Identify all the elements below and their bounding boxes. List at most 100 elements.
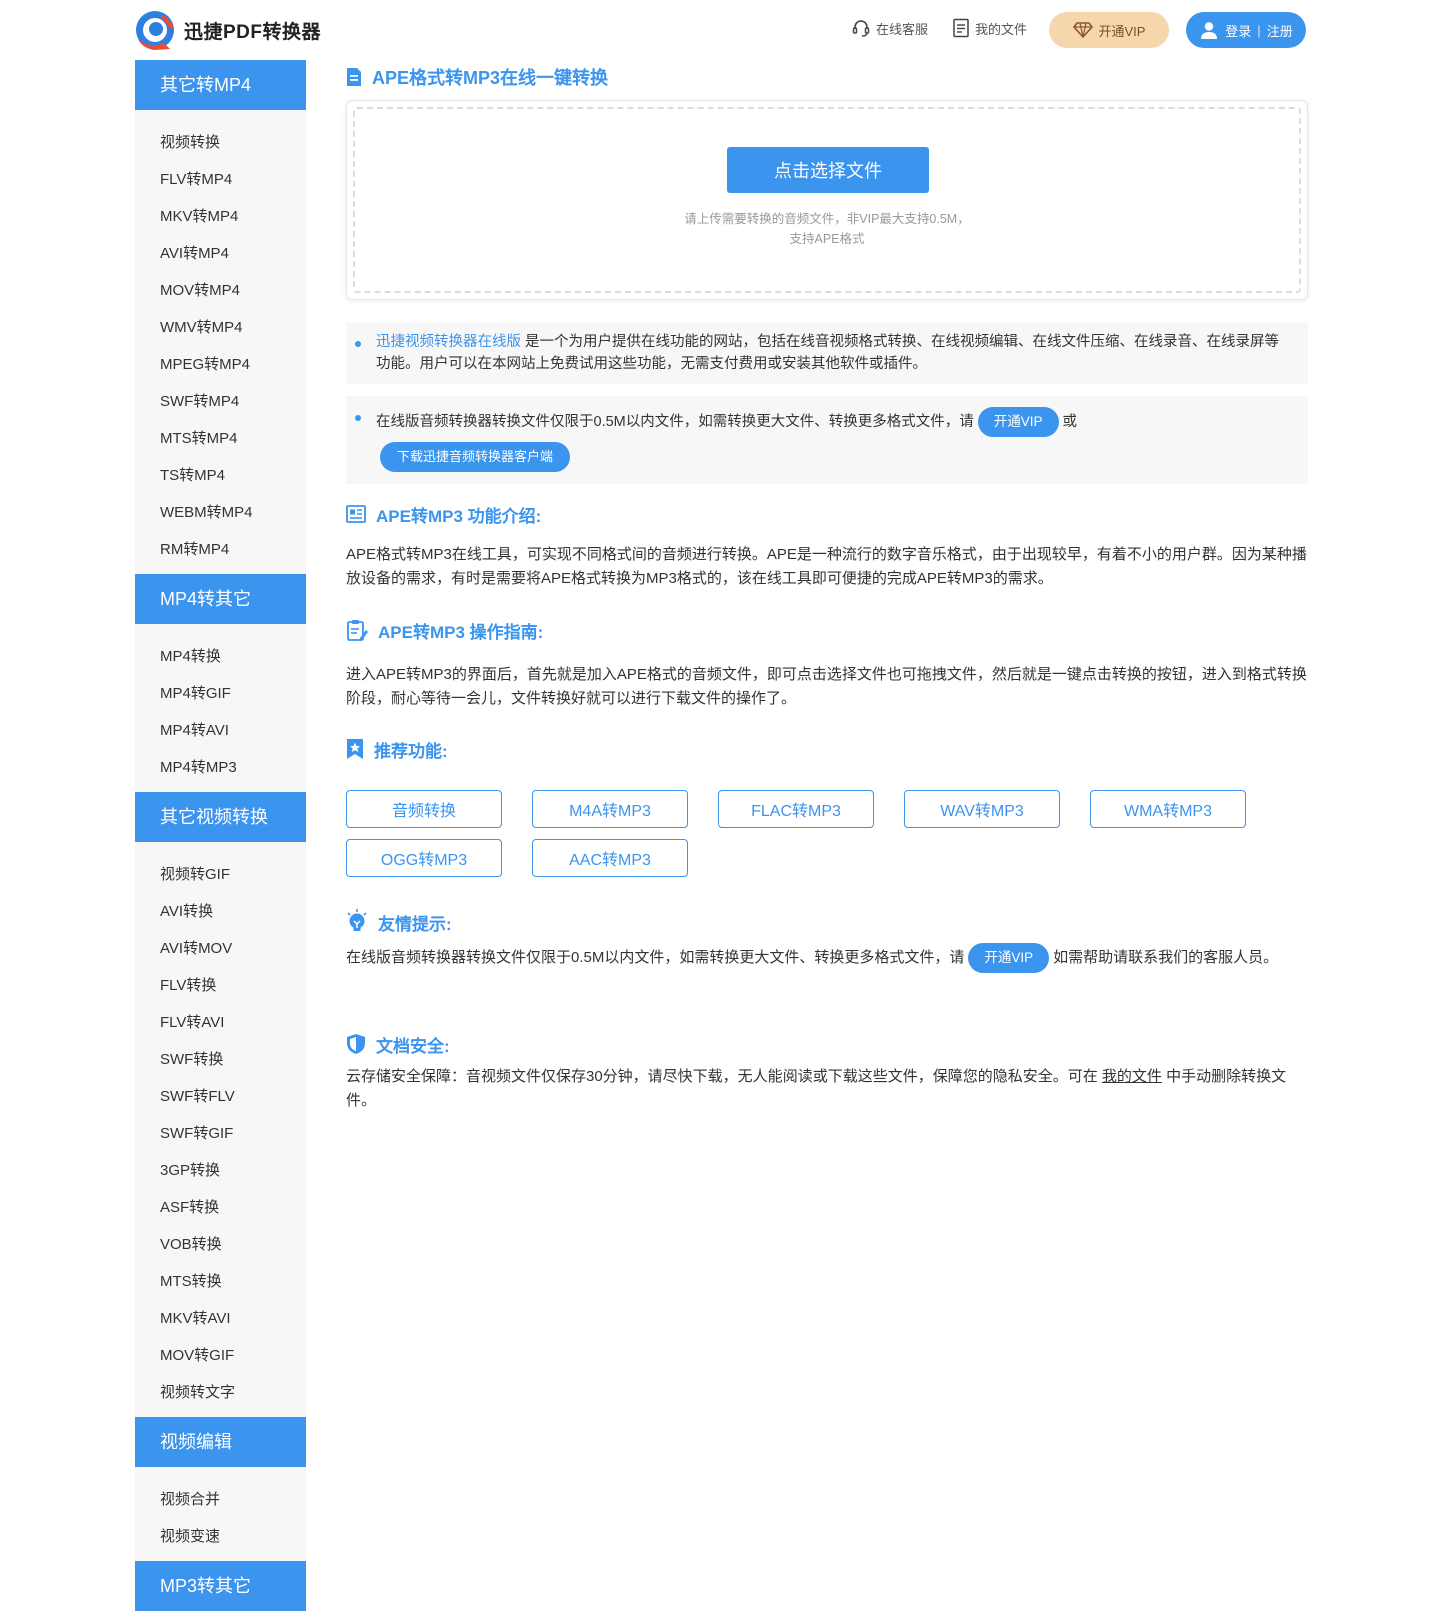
sidebar-group-title[interactable]: MP3转其它 — [135, 1561, 306, 1611]
intro-note: 迅捷视频转换器在线版 是一个为用户提供在线功能的网站，包括在线音视频格式转换、在… — [346, 322, 1308, 384]
sidebar-item[interactable]: MPEG转MP4 — [135, 346, 306, 383]
page-title-text: APE格式转MP3在线一键转换 — [372, 68, 609, 88]
intro-section-title: APE转MP3 功能介绍: — [346, 500, 541, 528]
top-header: 迅捷PDF转换器 在线客服 我的文件 开通VIP 登录 | 注册 — [0, 0, 1440, 60]
recommend-section-title-text: 推荐功能: — [374, 741, 448, 761]
headset-icon — [852, 20, 870, 37]
sidebar-item[interactable]: RM转MP4 — [135, 531, 306, 568]
tips-section-title-text: 友情提示: — [378, 914, 452, 934]
rec-m4a-to-mp3[interactable]: M4A转MP3 — [532, 790, 688, 828]
security-section-title: 文档安全: — [346, 1030, 450, 1058]
sidebar-item[interactable]: 视频转文字 — [135, 1374, 306, 1411]
upload-tip-line2: 支持APE格式 — [789, 232, 865, 246]
sidebar-item[interactable]: 视频转换 — [135, 124, 306, 161]
tips-text-after: 如需帮助请联系我们的客服人员。 — [1053, 949, 1279, 966]
intro-section-text: APE格式转MP3在线工具，可实现不同格式间的音频进行转换。APE是一种流行的数… — [346, 546, 1307, 587]
choose-file-button[interactable]: 点击选择文件 — [727, 147, 929, 193]
security-section-title-text: 文档安全: — [376, 1036, 450, 1056]
clipboard-icon — [347, 620, 368, 641]
sidebar-item[interactable]: MOV转MP4 — [135, 272, 306, 309]
limit-note-or: 或 — [1062, 413, 1078, 430]
sidebar-item[interactable]: SWF转换 — [135, 1041, 306, 1078]
login-separator: | — [1257, 22, 1261, 38]
sidebar-item[interactable]: MP4转MP3 — [135, 749, 306, 786]
sidebar-item[interactable]: ASF转换 — [135, 1189, 306, 1226]
document-icon — [347, 68, 361, 86]
my-files-label: 我的文件 — [975, 21, 1028, 37]
brand-name: 迅捷PDF转换器 — [184, 21, 322, 43]
sidebar-item[interactable]: MP4转AVI — [135, 712, 306, 749]
sidebar-item[interactable]: WMV转MP4 — [135, 309, 306, 346]
sidebar-item[interactable]: AVI转MP4 — [135, 235, 306, 272]
sidebar-item[interactable]: 视频合并 — [135, 1481, 306, 1518]
sidebar-group-title[interactable]: 其它转MP4 — [135, 60, 306, 110]
sidebar-item[interactable]: MTS转换 — [135, 1263, 306, 1300]
sidebar-item[interactable]: AVI转换 — [135, 893, 306, 930]
user-icon — [1201, 22, 1218, 39]
note-open-vip-button[interactable]: 开通VIP — [977, 407, 1059, 437]
sidebar-group-title[interactable]: 其它视频转换 — [135, 792, 306, 842]
sidebar-group-title[interactable]: MP4转其它 — [135, 574, 306, 624]
online-support-link[interactable]: 在线客服 — [851, 18, 928, 38]
my-files-inline-link[interactable]: 我的文件 — [1102, 1068, 1162, 1085]
upload-dashed-border — [353, 107, 1301, 293]
sidebar-item[interactable]: FLV转MP4 — [135, 161, 306, 198]
page-title: APE格式转MP3在线一键转换 — [346, 62, 608, 92]
sidebar-group-items: 视频转换 FLV转MP4 MKV转MP4 AVI转MP4 MOV转MP4 WMV转MP4 M… — [135, 110, 306, 574]
open-vip-button[interactable]: 开通VIP — [1049, 12, 1169, 48]
sidebar-item[interactable]: MOV转GIF — [135, 1337, 306, 1374]
sidebar-group-items: 视频转GIF AVI转换 AVI转MOV FLV转换 FLV转AVI SWF转换 SWF转F… — [135, 842, 306, 1417]
sidebar-item[interactable]: 视频转GIF — [135, 856, 306, 893]
online-converter-link[interactable]: 迅捷视频转换器在线版 — [376, 334, 521, 350]
sidebar-item[interactable]: MP4转换 — [135, 638, 306, 675]
sidebar-group-items: 视频合并 视频变速 — [135, 1467, 306, 1561]
diamond-icon — [1072, 22, 1093, 38]
star-bookmark-icon — [347, 739, 363, 759]
security-section-text: 云存储安全保障：音视频文件仅保存30分钟，请尽快下载，无人能阅读或下载这些文件，… — [346, 1065, 1308, 1113]
upload-dropzone[interactable]: 点击选择文件 请上传需要转换的音频文件，非VIP最大支持0.5M， 支持APE格… — [346, 100, 1308, 300]
rec-audio-convert[interactable]: 音频转换 — [346, 790, 502, 828]
upload-tip: 请上传需要转换的音频文件，非VIP最大支持0.5M， 支持APE格式 — [347, 209, 1307, 249]
recommend-section-title: 推荐功能: — [346, 735, 448, 763]
tips-section-title: 友情提示: — [346, 908, 452, 936]
sidebar-group-items: MP4转换 MP4转GIF MP4转AVI MP4转MP3 — [135, 624, 306, 792]
sidebar-item[interactable]: SWF转MP4 — [135, 383, 306, 420]
sidebar-item[interactable]: 3GP转换 — [135, 1152, 306, 1189]
security-text-before: 云存储安全保障：音视频文件仅保存30分钟，请尽快下载，无人能阅读或下载这些文件，… — [346, 1068, 1098, 1085]
sidebar-item[interactable]: MKV转MP4 — [135, 198, 306, 235]
rec-wma-to-mp3[interactable]: WMA转MP3 — [1090, 790, 1246, 828]
guide-section-title-text: APE转MP3 操作指南: — [378, 622, 544, 642]
my-files-link[interactable]: 我的文件 — [952, 18, 1027, 38]
download-client-button[interactable]: 下载迅捷音频转换器客户端 — [380, 442, 571, 472]
sidebar-item[interactable]: FLV转AVI — [135, 1004, 306, 1041]
rec-flac-to-mp3[interactable]: FLAC转MP3 — [718, 790, 874, 828]
online-support-label: 在线客服 — [876, 21, 929, 37]
register-label[interactable]: 注册 — [1267, 21, 1293, 40]
tips-text-before: 在线版音频转换器转换文件仅限于0.5M以内文件，如需转换更大文件、转换更多格式文… — [346, 949, 965, 966]
sidebar-item[interactable]: VOB转换 — [135, 1226, 306, 1263]
rec-aac-to-mp3[interactable]: AAC转MP3 — [532, 839, 688, 877]
sidebar-item[interactable]: MTS转MP4 — [135, 420, 306, 457]
sidebar-item[interactable]: MP4转GIF — [135, 675, 306, 712]
sidebar-item[interactable]: WEBM转MP4 — [135, 494, 306, 531]
guide-section-title: APE转MP3 操作指南: — [346, 616, 543, 644]
sidebar-item[interactable]: MKV转AVI — [135, 1300, 306, 1337]
sidebar-group-title[interactable]: 视频编辑 — [135, 1417, 306, 1467]
sidebar-item[interactable]: FLV转换 — [135, 967, 306, 1004]
login-register-button[interactable]: 登录 | 注册 — [1186, 12, 1306, 48]
rec-ogg-to-mp3[interactable]: OGG转MP3 — [346, 839, 502, 877]
sidebar-item[interactable]: TS转MP4 — [135, 457, 306, 494]
news-icon — [346, 505, 366, 523]
tips-section-text: 在线版音频转换器转换文件仅限于0.5M以内文件，如需转换更大文件、转换更多格式文… — [346, 943, 1308, 974]
brand-logo[interactable]: 迅捷PDF转换器 — [134, 9, 321, 51]
tips-open-vip-button[interactable]: 开通VIP — [968, 943, 1050, 974]
upload-tip-line1: 请上传需要转换的音频文件，非VIP最大支持0.5M， — [684, 212, 970, 226]
rec-wav-to-mp3[interactable]: WAV转MP3 — [904, 790, 1060, 828]
sidebar-item[interactable]: SWF转GIF — [135, 1115, 306, 1152]
sidebar-item[interactable]: 视频变速 — [135, 1518, 306, 1555]
sidebar-item[interactable]: SWF转FLV — [135, 1078, 306, 1115]
bulb-icon — [347, 909, 367, 931]
sidebar-item[interactable]: AVI转MOV — [135, 930, 306, 967]
open-vip-label: 开通VIP — [1098, 23, 1146, 39]
login-label[interactable]: 登录 — [1225, 21, 1251, 40]
